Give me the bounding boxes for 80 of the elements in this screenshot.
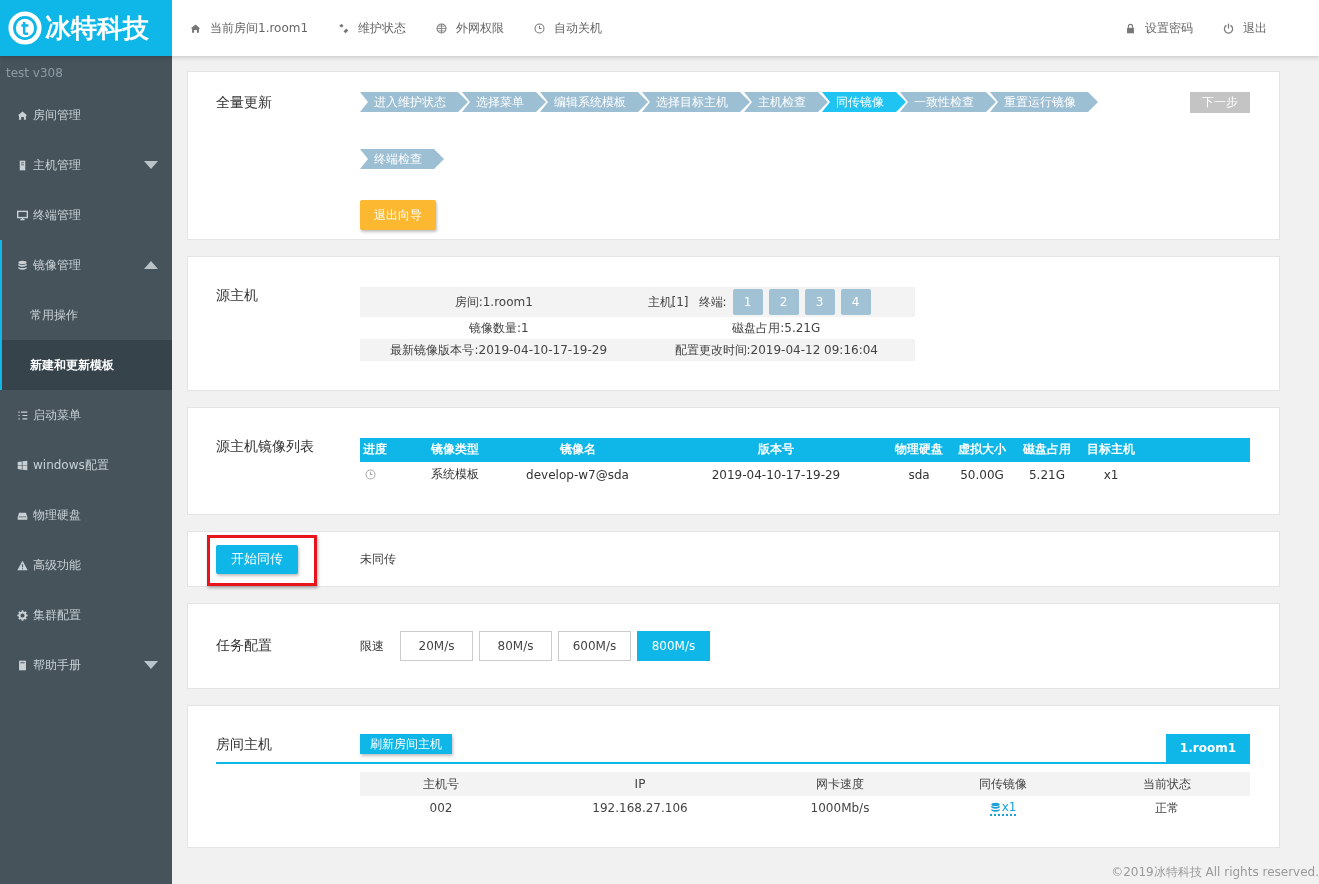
info-text: 磁盘占用:5.21G xyxy=(731,319,822,337)
nav-link[interactable]: 外网权限 xyxy=(436,19,505,37)
logo-icon xyxy=(8,11,42,45)
monitor-icon xyxy=(17,209,28,221)
info-text: 配置更改时间:2019-04-12 09:16:04 xyxy=(673,341,879,359)
table-cell-text: sda xyxy=(907,467,931,482)
column-header: 进度 xyxy=(362,441,388,459)
sidebar-item[interactable]: 房间管理 xyxy=(2,90,172,140)
logo-text: 冰特科技 xyxy=(45,11,149,45)
sidebar-item[interactable]: 主机管理 xyxy=(2,140,172,190)
speed-label: 限速 xyxy=(360,637,384,655)
sidebar-item[interactable]: windows配置 xyxy=(2,440,172,490)
server-icon xyxy=(17,159,28,171)
power-icon xyxy=(1223,22,1234,34)
column-header: 主机号 xyxy=(422,775,460,793)
nav-link[interactable]: 当前房间1.room1 xyxy=(190,19,309,37)
version-label: test v308 xyxy=(5,65,64,82)
sidebar-item[interactable]: 新建和更新模板 xyxy=(2,340,172,390)
sidebar-item[interactable]: 帮助手册 xyxy=(2,640,172,690)
table-cell-text: 系统模板 xyxy=(430,466,480,484)
column-header: 虚拟大小 xyxy=(957,441,1007,459)
globe-icon xyxy=(436,22,448,34)
speed-option[interactable]: 20M/s xyxy=(400,631,473,662)
column-header: 同传镜像 xyxy=(978,775,1028,793)
sidebar-item[interactable]: 启动菜单 xyxy=(2,390,172,440)
home-icon xyxy=(190,22,201,34)
info-text: 房间:1.room1 xyxy=(453,293,534,311)
table-cell-text: 50.00G xyxy=(959,467,1005,482)
table-cell-text: develop-w7@sda xyxy=(525,467,630,482)
info-text: 终端: xyxy=(698,293,727,311)
speed-option[interactable]: 80M/s xyxy=(479,631,552,662)
list-icon xyxy=(17,409,28,421)
database-icon xyxy=(17,259,28,271)
sidebar-item[interactable]: 镜像管理 xyxy=(2,240,172,290)
image-link[interactable]: x1 xyxy=(989,800,1017,817)
section-label: 全量更新 xyxy=(216,93,273,112)
speed-option[interactable]: 600M/s xyxy=(558,631,631,662)
section-label: 任务配置 xyxy=(216,637,273,656)
clock-icon xyxy=(365,469,376,481)
clock-icon xyxy=(534,22,546,34)
column-header: 网卡速度 xyxy=(815,775,865,793)
column-header: 磁盘占用 xyxy=(1021,441,1072,459)
lock-icon xyxy=(1125,22,1136,34)
sidebar-item[interactable]: 物理硬盘 xyxy=(2,490,172,540)
sidebar-item[interactable]: 高级功能 xyxy=(2,540,172,590)
nav-link[interactable]: 维护状态 xyxy=(338,19,407,37)
table-cell-text: 正常 xyxy=(1154,799,1180,817)
column-header: 版本号 xyxy=(757,441,795,459)
column-header: 物理硬盘 xyxy=(894,441,944,459)
info-text: 最新镜像版本号:2019-04-10-17-19-29 xyxy=(389,341,609,359)
section-label: 源主机镜像列表 xyxy=(216,437,315,456)
column-header: 镜像名 xyxy=(558,441,597,459)
info-text: 镜像数量:1 xyxy=(467,319,530,337)
copyright-text: ©2019冰特科技 All rights reserved. xyxy=(1110,864,1319,881)
nav-link[interactable]: 自动关机 xyxy=(534,19,603,37)
sidebar-item[interactable]: 集群配置 xyxy=(2,590,172,640)
table-cell-text: 1000Mb/s xyxy=(809,801,871,816)
column-header: IP xyxy=(633,777,647,792)
nav-link[interactable]: 退出 xyxy=(1223,19,1267,37)
column-header: 当前状态 xyxy=(1142,775,1192,793)
home-icon xyxy=(17,109,28,121)
sidebar-item[interactable]: 终端管理 xyxy=(2,190,172,240)
settings-icon xyxy=(17,609,28,621)
status-text: 未同传 xyxy=(360,550,396,568)
table-cell-text: 5.21G xyxy=(1028,467,1066,482)
table-cell-text: 2019-04-10-17-19-29 xyxy=(710,467,842,482)
table-cell-text: 002 xyxy=(428,801,454,816)
book-icon xyxy=(17,659,28,671)
windows-icon xyxy=(17,459,28,471)
section-label: 源主机 xyxy=(216,287,259,306)
column-header: 目标主机 xyxy=(1086,441,1136,459)
table-cell-text: x1 xyxy=(1102,467,1120,482)
nav-link[interactable]: 设置密码 xyxy=(1125,19,1193,37)
database-icon xyxy=(989,801,1001,813)
column-header: 镜像类型 xyxy=(430,441,480,459)
table-cell-text: 192.168.27.106 xyxy=(591,801,689,816)
warning-icon xyxy=(17,559,28,571)
sidebar-item[interactable]: 常用操作 xyxy=(2,290,172,340)
info-text: 主机[1] xyxy=(647,293,689,311)
section-label: 房间主机 xyxy=(216,736,273,755)
